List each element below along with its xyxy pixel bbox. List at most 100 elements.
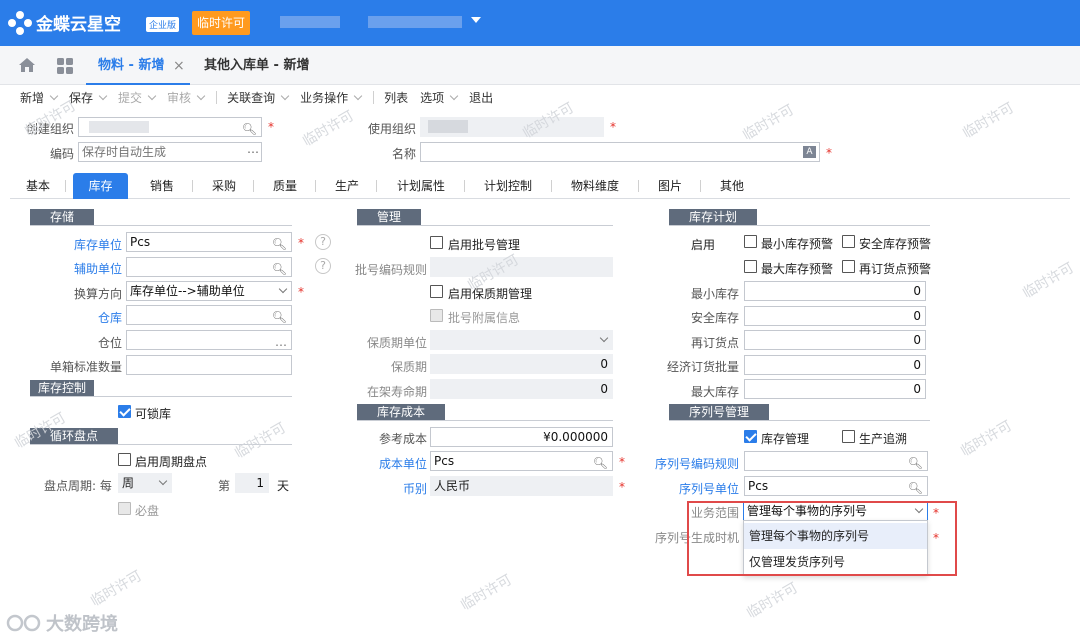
aux-unit-label[interactable]: 辅助单位 bbox=[74, 260, 122, 277]
chevron-down-icon[interactable] bbox=[278, 284, 288, 294]
subtab-images[interactable]: 图片 bbox=[658, 173, 682, 199]
shelf-life-days-field: 0 bbox=[430, 354, 613, 374]
home-icon[interactable] bbox=[18, 57, 36, 73]
chevron-down-icon[interactable] bbox=[158, 476, 168, 486]
serial-stock-mgmt-checkbox[interactable] bbox=[744, 430, 757, 443]
exit-button[interactable]: 退出 bbox=[469, 89, 493, 106]
section-divider bbox=[669, 225, 930, 226]
reorder-warn-checkbox[interactable] bbox=[842, 260, 855, 273]
subtab-plan-control[interactable]: 计划控制 bbox=[484, 173, 532, 199]
required-count-checkbox[interactable] bbox=[118, 502, 131, 515]
search-icon[interactable]: 🔍︎ bbox=[593, 454, 608, 472]
chevron-down-icon[interactable] bbox=[98, 91, 108, 100]
related-query-button[interactable]: 关联查询 bbox=[227, 89, 290, 106]
chevron-down-icon[interactable] bbox=[353, 91, 363, 100]
search-icon[interactable]: 🔍︎ bbox=[272, 235, 287, 253]
shelf-life-checkbox[interactable] bbox=[430, 285, 443, 298]
audit-button[interactable]: 审核 bbox=[167, 89, 206, 106]
subtab-inventory[interactable]: 库存 bbox=[73, 173, 128, 199]
aux-unit-field[interactable]: 🔍︎ bbox=[126, 257, 292, 277]
new-button[interactable]: 新增 bbox=[20, 89, 59, 106]
max-stock-input[interactable]: 0 bbox=[744, 379, 926, 399]
subtab-material-dimension[interactable]: 物料维度 bbox=[571, 173, 619, 199]
create-org-field[interactable]: 🔍︎ bbox=[78, 117, 262, 137]
conversion-select[interactable]: 库存单位-->辅助单位 bbox=[126, 281, 292, 301]
subtab-purchase[interactable]: 采购 bbox=[212, 173, 236, 199]
currency-label[interactable]: 币别 bbox=[403, 480, 427, 497]
min-warn-checkbox[interactable] bbox=[744, 235, 757, 248]
ref-cost-input[interactable]: ¥0.000000 bbox=[430, 427, 613, 447]
chevron-down-icon[interactable] bbox=[147, 91, 157, 100]
period-select[interactable]: 周 bbox=[118, 473, 172, 493]
reorder-point-input[interactable]: 0 bbox=[744, 330, 926, 350]
batch-attach-checkbox[interactable] bbox=[430, 309, 443, 322]
chevron-down-icon[interactable] bbox=[280, 91, 290, 100]
max-warn-checkbox[interactable] bbox=[744, 260, 757, 273]
list-button[interactable]: 列表 bbox=[384, 89, 408, 106]
subtab-plan-attr[interactable]: 计划属性 bbox=[397, 173, 445, 199]
subtab-sales[interactable]: 销售 bbox=[150, 173, 174, 199]
save-button[interactable]: 保存 bbox=[69, 89, 108, 106]
warehouse-label[interactable]: 仓库 bbox=[98, 309, 122, 326]
serial-unit-label[interactable]: 序列号单位 bbox=[679, 480, 739, 497]
code-input[interactable] bbox=[78, 142, 262, 162]
options-button[interactable]: 选项 bbox=[420, 89, 459, 106]
serial-rule-field[interactable]: 🔍︎ bbox=[744, 451, 928, 471]
help-icon[interactable]: ? bbox=[315, 258, 331, 274]
min-stock-input[interactable]: 0 bbox=[744, 281, 926, 301]
grid-menu-icon[interactable] bbox=[57, 58, 73, 74]
required-count-label: 必盘 bbox=[135, 504, 160, 518]
bottom-brand-watermark: 大数跨境 bbox=[6, 610, 118, 636]
stock-unit-field[interactable]: Pcs 🔍︎ bbox=[126, 232, 292, 252]
submit-button[interactable]: 提交 bbox=[118, 89, 157, 106]
eoq-input[interactable]: 0 bbox=[744, 355, 926, 375]
serial-unit-value: Pcs bbox=[748, 479, 769, 493]
search-icon[interactable]: 🔍︎ bbox=[908, 479, 923, 497]
help-icon[interactable]: ? bbox=[315, 234, 331, 250]
translate-icon[interactable]: A bbox=[803, 146, 816, 158]
tab-material-new[interactable]: 物料 - 新增 × bbox=[86, 46, 190, 85]
batch-mgmt-checkbox[interactable] bbox=[430, 236, 443, 249]
name-input[interactable]: A bbox=[420, 142, 820, 162]
app-logo[interactable]: 金蝶云星空 bbox=[8, 10, 121, 35]
required-mark: * bbox=[619, 480, 625, 494]
cost-unit-label[interactable]: 成本单位 bbox=[379, 455, 427, 472]
chevron-down-icon[interactable] bbox=[49, 91, 59, 100]
account-name-blurred[interactable] bbox=[368, 16, 462, 28]
prod-trace-checkbox[interactable] bbox=[842, 430, 855, 443]
watermark: 临时许可 bbox=[232, 419, 289, 462]
chevron-down-icon[interactable] bbox=[196, 91, 206, 100]
more-icon[interactable]: … bbox=[247, 142, 259, 156]
serial-rule-label[interactable]: 序列号编码规则 bbox=[655, 455, 739, 472]
safety-stock-input[interactable]: 0 bbox=[744, 306, 926, 326]
subtab-quality[interactable]: 质量 bbox=[273, 173, 297, 199]
stock-unit-value: Pcs bbox=[130, 235, 151, 249]
new-label: 新增 bbox=[20, 90, 45, 105]
chevron-down-icon[interactable] bbox=[471, 17, 481, 23]
prod-trace-label: 生产追溯 bbox=[859, 432, 908, 446]
search-icon[interactable]: 🔍︎ bbox=[272, 260, 287, 278]
subtab-basic[interactable]: 基本 bbox=[26, 173, 50, 199]
search-icon[interactable]: 🔍︎ bbox=[908, 454, 923, 472]
cycle-count-checkbox[interactable] bbox=[118, 453, 131, 466]
subtab-production[interactable]: 生产 bbox=[335, 173, 359, 199]
warehouse-field[interactable]: 🔍︎ bbox=[126, 305, 292, 325]
serial-unit-field[interactable]: Pcs 🔍︎ bbox=[744, 476, 928, 496]
chevron-down-icon[interactable] bbox=[449, 91, 459, 100]
stock-unit-label[interactable]: 库存单位 bbox=[74, 236, 122, 253]
subtab-other[interactable]: 其他 bbox=[720, 173, 744, 199]
business-ops-button[interactable]: 业务操作 bbox=[300, 89, 363, 106]
use-org-label: 使用组织 bbox=[368, 122, 417, 136]
box-qty-input[interactable] bbox=[126, 355, 292, 375]
cost-unit-field[interactable]: Pcs 🔍︎ bbox=[430, 451, 613, 471]
tab-other-inbound-new[interactable]: 其他入库单 - 新增 bbox=[204, 46, 309, 85]
search-icon[interactable]: 🔍︎ bbox=[242, 120, 257, 138]
lockable-checkbox[interactable] bbox=[118, 405, 131, 418]
day-input[interactable]: 1 bbox=[235, 473, 269, 493]
more-icon[interactable]: … bbox=[275, 333, 287, 351]
location-field[interactable]: … bbox=[126, 330, 292, 350]
search-icon[interactable]: 🔍︎ bbox=[272, 308, 287, 326]
temp-license-button[interactable]: 临时许可 bbox=[192, 11, 250, 35]
close-icon[interactable]: × bbox=[173, 46, 185, 86]
safety-warn-checkbox[interactable] bbox=[842, 235, 855, 248]
